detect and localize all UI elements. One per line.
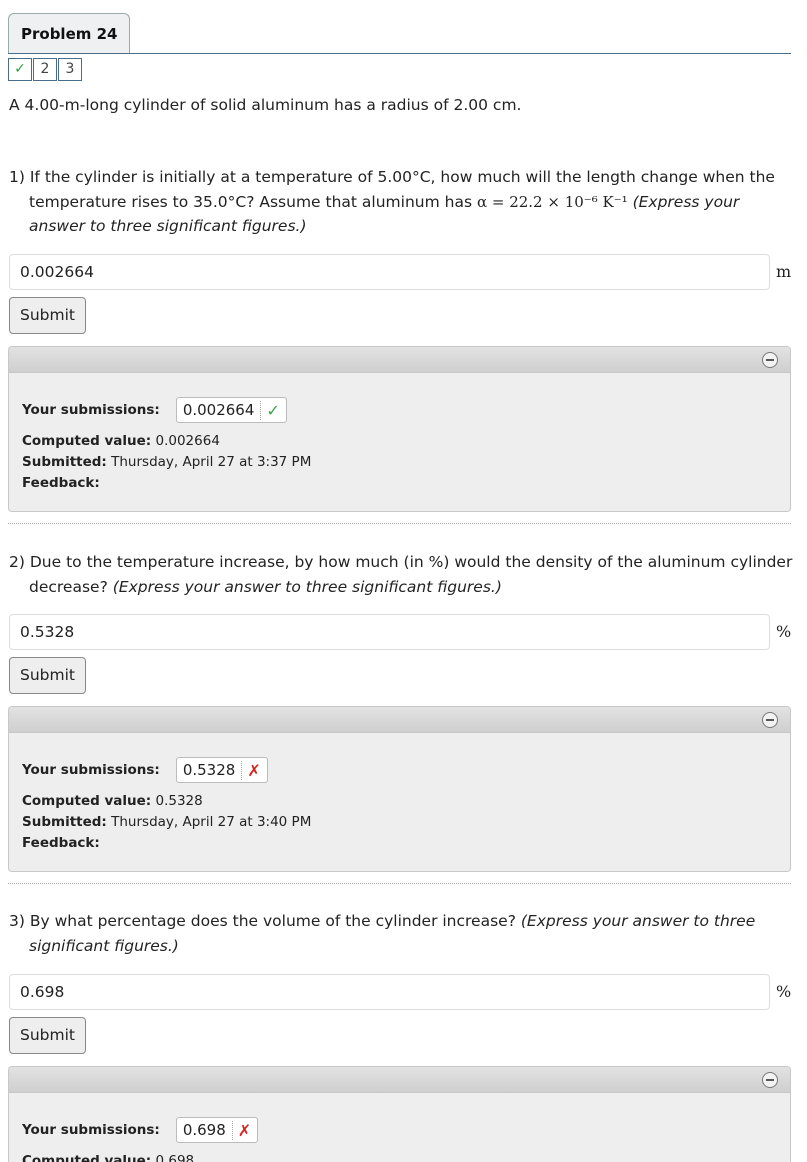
submission-entry: 0.698 ✗ <box>175 1117 259 1143</box>
computed-value: 0.5328 <box>155 793 203 809</box>
panel-header <box>9 347 790 373</box>
collapse-icon[interactable] <box>762 352 778 368</box>
unit-label-1: m <box>776 262 792 281</box>
submission-panel-3: Your submissions: 0.698 ✗ Computed value… <box>8 1066 791 1162</box>
computed-label: Computed value: <box>22 793 152 809</box>
question-number: 1) <box>9 168 25 186</box>
submission-value: 0.698 <box>182 1121 226 1139</box>
submit-button-3[interactable]: Submit <box>9 1017 86 1054</box>
submission-value: 0.002664 <box>182 401 255 419</box>
submission-value: 0.5328 <box>182 761 236 779</box>
submission-entry: 0.5328 ✗ <box>175 757 268 783</box>
submissions-row: Your submissions: 0.5328 ✗ <box>22 757 268 783</box>
question-1: 1) If the cylinder is initially at a tem… <box>9 165 794 239</box>
submission-panel-2: Your submissions: 0.5328 ✗ Computed valu… <box>8 706 791 872</box>
submissions-label: Your submissions: <box>22 402 160 418</box>
question-number: 3) <box>9 912 25 930</box>
panel-header <box>9 1067 790 1093</box>
question-2: 2) Due to the temperature increase, by h… <box>9 550 794 599</box>
question-hint: (Express your answer to three significan… <box>112 577 502 596</box>
submissions-label: Your submissions: <box>22 1122 160 1138</box>
divider <box>8 523 791 524</box>
computed-value: 0.002664 <box>155 433 220 449</box>
divider <box>8 883 791 884</box>
submitted-value: Thursday, April 27 at 3:40 PM <box>111 814 312 830</box>
problem-intro: A 4.00-m-long cylinder of solid aluminum… <box>9 96 522 114</box>
feedback-label: Feedback: <box>22 475 100 491</box>
submissions-label: Your submissions: <box>22 762 160 778</box>
submission-details: Computed value: 0.698 <box>22 1151 194 1162</box>
cross-icon: ✗ <box>241 760 261 780</box>
part-2-button[interactable]: 2 <box>33 58 57 81</box>
submit-button-1[interactable]: Submit <box>9 297 86 334</box>
alpha-formula: α = 22.2 × 10⁻⁶ K⁻¹ <box>476 192 628 211</box>
question-number: 2) <box>9 553 25 571</box>
submitted-label: Submitted: <box>22 454 107 470</box>
submit-button-2[interactable]: Submit <box>9 657 86 694</box>
submission-details: Computed value: 0.5328 Submitted: Thursd… <box>22 791 311 854</box>
collapse-icon[interactable] <box>762 712 778 728</box>
unit-label-3: % <box>776 982 792 1001</box>
computed-label: Computed value: <box>22 433 152 449</box>
collapse-icon[interactable] <box>762 1072 778 1088</box>
computed-label: Computed value: <box>22 1153 152 1162</box>
submission-panel-1: Your submissions: 0.002664 ✓ Computed va… <box>8 346 791 512</box>
part-1-correct-button[interactable]: ✓ <box>8 58 32 81</box>
answer-input-1[interactable]: 0.002664 <box>9 254 770 290</box>
answer-input-2[interactable]: 0.5328 <box>9 614 770 650</box>
tab-problem-24[interactable]: Problem 24 <box>8 13 131 53</box>
question-3: 3) By what percentage does the volume of… <box>9 909 794 958</box>
answer-input-3[interactable]: 0.698 <box>9 974 770 1010</box>
part-navigation: ✓ 2 3 <box>8 58 83 81</box>
submission-details: Computed value: 0.002664 Submitted: Thur… <box>22 431 311 494</box>
submissions-row: Your submissions: 0.002664 ✓ <box>22 397 287 423</box>
check-icon: ✓ <box>260 400 280 420</box>
feedback-label: Feedback: <box>22 835 100 851</box>
submission-entry: 0.002664 ✓ <box>175 397 287 423</box>
question-text: By what percentage does the volume of th… <box>29 912 516 930</box>
cross-icon: ✗ <box>231 1120 251 1140</box>
submissions-row: Your submissions: 0.698 ✗ <box>22 1117 259 1143</box>
unit-label-2: % <box>776 622 792 641</box>
panel-header <box>9 707 790 733</box>
part-3-button[interactable]: 3 <box>58 58 82 81</box>
submitted-value: Thursday, April 27 at 3:37 PM <box>111 454 312 470</box>
problem-tab-bar: Problem 24 <box>8 13 791 54</box>
computed-value: 0.698 <box>155 1153 195 1162</box>
submitted-label: Submitted: <box>22 814 107 830</box>
